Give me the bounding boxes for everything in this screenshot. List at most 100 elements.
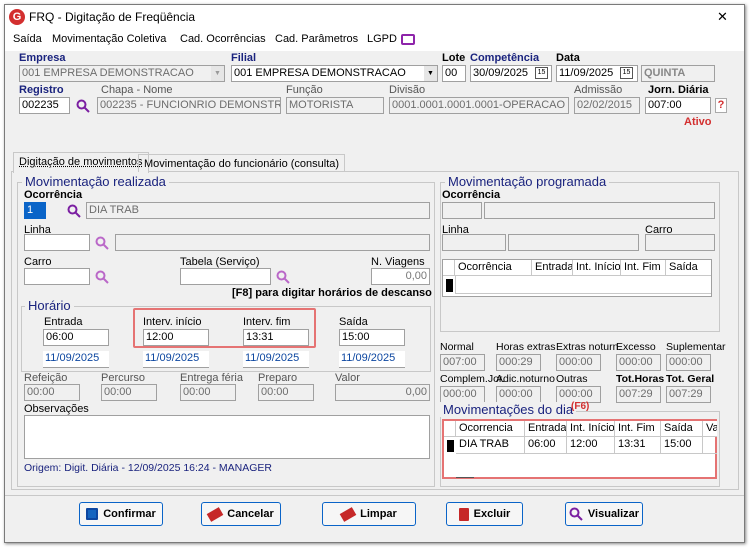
menu-cad-parametros[interactable]: Cad. Parâmetros xyxy=(275,33,358,45)
carro-input[interactable] xyxy=(24,268,90,285)
admissao-display: 02/02/2015 xyxy=(574,97,640,114)
tot-horas-value: 007:29 xyxy=(616,386,661,403)
lgpd-screen-icon[interactable] xyxy=(401,34,415,45)
lote-input[interactable]: 00 xyxy=(442,65,466,82)
jornada-input[interactable]: 007:00 xyxy=(645,97,711,114)
competencia-calendar-icon[interactable]: 15 xyxy=(535,67,548,79)
movdia-scrollbar[interactable] xyxy=(456,477,474,478)
viagens-input[interactable]: 0,00 xyxy=(371,268,430,285)
competencia-label: Competência xyxy=(470,52,540,64)
programada-col-saida[interactable]: Saída xyxy=(666,260,711,276)
extras-noturn-label: Extras noturn. xyxy=(556,341,622,353)
movdia-col-int-fim[interactable]: Int. Fim xyxy=(615,421,661,437)
menu-saida[interactable]: Saída xyxy=(13,33,42,45)
ocorrencia-search-icon[interactable] xyxy=(67,204,81,218)
admissao-label: Admissão xyxy=(574,84,623,96)
menu-movimentacao-coletiva[interactable]: Movimentação Coletiva xyxy=(52,33,166,45)
intervalo-inicio-date: 11/09/2025 xyxy=(143,351,209,368)
movdia-row-marker xyxy=(447,440,454,452)
empresa-select[interactable]: 001 EMPRESA DEMONSTRACAO xyxy=(19,65,225,82)
cancelar-button[interactable]: Cancelar xyxy=(201,502,281,526)
tabela-search-icon[interactable] xyxy=(276,270,290,284)
movdia-col-int-inicio[interactable]: Int. Início xyxy=(567,421,615,437)
saida-input[interactable]: 15:00 xyxy=(339,329,405,346)
ocorrencia-desc: DIA TRAB xyxy=(86,202,430,219)
movdia-cell-entrada: 06:00 xyxy=(525,437,567,453)
programada-row-lines xyxy=(455,276,711,294)
movdia-col-saida[interactable]: Saída xyxy=(661,421,703,437)
programada-col-ocorrencia[interactable]: Ocorrência xyxy=(455,260,532,276)
confirmar-label: Confirmar xyxy=(103,508,156,520)
menu-cad-ocorrencias[interactable]: Cad. Ocorrências xyxy=(180,33,266,45)
empresa-label: Empresa xyxy=(19,52,66,64)
limpar-button[interactable]: Limpar xyxy=(322,502,416,526)
window-title: FRQ - Digitação de Freqüência xyxy=(29,10,196,24)
percurso-input[interactable]: 00:00 xyxy=(101,384,157,401)
filial-dropdown-icon[interactable]: ▼ xyxy=(424,66,437,81)
confirmar-button[interactable]: Confirmar xyxy=(79,502,163,526)
preparo-label: Preparo xyxy=(258,372,298,384)
tab-digitacao[interactable]: Digitação de movimentos xyxy=(13,152,149,173)
empresa-dropdown-icon[interactable]: ▼ xyxy=(211,66,224,81)
valor-label: Valor xyxy=(335,372,360,384)
refeicao-input[interactable]: 00:00 xyxy=(24,384,80,401)
programada-ocorrencia-code xyxy=(442,202,482,219)
programada-col-int-fim[interactable]: Int. Fim xyxy=(621,260,666,276)
movdia-col-entrada[interactable]: Entrada xyxy=(525,421,567,437)
realizada-title: Movimentação realizada xyxy=(22,174,169,189)
data-calendar-icon[interactable]: 15 xyxy=(620,67,633,79)
programada-grid[interactable]: Ocorrência Entrada Int. Início Int. Fim … xyxy=(442,259,712,297)
observacoes-label: Observações xyxy=(24,403,89,415)
ocorrencia-code-input[interactable]: 1 xyxy=(24,202,46,219)
movdia-title: Movimentações do dia xyxy=(440,402,577,417)
weekday-display: QUINTA xyxy=(641,65,715,82)
linha-search-icon[interactable] xyxy=(95,236,109,250)
linha-input[interactable] xyxy=(24,234,90,251)
horas-extras-label: Horas extras xyxy=(496,341,556,353)
visualizar-button[interactable]: Visualizar xyxy=(565,502,643,526)
trash-icon xyxy=(458,507,469,521)
excesso-label: Excesso xyxy=(616,341,656,353)
carro-search-icon[interactable] xyxy=(95,270,109,284)
visualizar-label: Visualizar xyxy=(587,508,640,520)
entrega-input[interactable]: 00:00 xyxy=(180,384,236,401)
tabela-input[interactable] xyxy=(180,268,271,285)
eraser-icon xyxy=(339,506,357,522)
preparo-input[interactable]: 00:00 xyxy=(258,384,314,401)
horario-title: Horário xyxy=(25,298,74,313)
registro-search-icon[interactable] xyxy=(76,99,90,113)
ocorrencia-label: Ocorrência xyxy=(24,189,83,201)
normal-label: Normal xyxy=(440,341,474,353)
chapa-display: 002235 - FUNCIONRIO DEMONSTRACA xyxy=(97,97,281,114)
help-button[interactable]: ? xyxy=(715,98,727,113)
observacoes-textarea[interactable] xyxy=(24,415,430,459)
close-icon[interactable]: ✕ xyxy=(717,9,728,25)
movdia-col-valor[interactable]: Va xyxy=(703,421,717,437)
excluir-button[interactable]: Excluir xyxy=(446,502,523,526)
tabela-label: Tabela (Serviço) xyxy=(180,256,260,268)
menu-lgpd[interactable]: LGPD xyxy=(367,33,397,45)
movdia-col-ocorrencia[interactable]: Ocorrencia xyxy=(456,421,525,437)
registro-input[interactable]: 002235 xyxy=(19,97,70,114)
entrada-input[interactable]: 06:00 xyxy=(43,329,109,346)
programada-col-int-inicio[interactable]: Int. Início xyxy=(573,260,621,276)
filial-select[interactable]: 001 EMPRESA DEMONSTRACAO xyxy=(231,65,438,82)
intervalo-fim-input[interactable]: 13:31 xyxy=(243,329,309,346)
origem-text: Origem: Digit. Diária - 12/09/2025 16:24… xyxy=(24,462,273,474)
data-label: Data xyxy=(556,52,580,64)
programada-col-entrada[interactable]: Entrada xyxy=(532,260,573,276)
programada-ocorrencia-desc xyxy=(484,202,715,219)
cancelar-label: Cancelar xyxy=(227,508,274,520)
carro-label: Carro xyxy=(24,256,52,268)
viagens-label: N. Viagens xyxy=(371,256,425,268)
intervalo-inicio-input[interactable]: 12:00 xyxy=(143,329,209,346)
menu-bar: Saída Movimentação Coletiva Cad. Ocorrên… xyxy=(5,29,744,51)
tab-consulta[interactable]: Movimentação do funcionário (consulta) xyxy=(138,154,346,172)
excesso-value: 000:00 xyxy=(616,354,661,371)
complem-value: 000:00 xyxy=(440,386,485,403)
table-row[interactable]: DIA TRAB 06:00 12:00 13:31 15:00 xyxy=(456,437,717,454)
saida-date: 11/09/2025 xyxy=(339,351,405,368)
programada-grid-corner xyxy=(443,260,455,276)
movdia-grid[interactable]: Ocorrencia Entrada Int. Início Int. Fim … xyxy=(442,419,717,479)
valor-input[interactable]: 0,00 xyxy=(335,384,430,401)
